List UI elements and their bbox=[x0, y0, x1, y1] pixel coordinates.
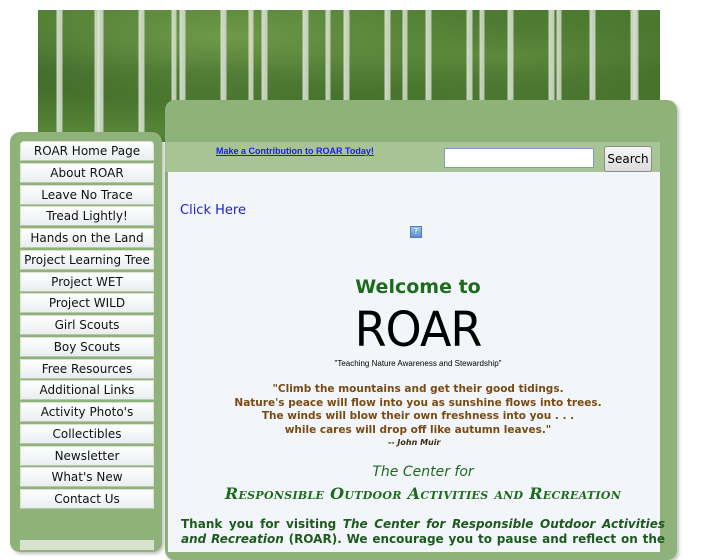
broken-image-icon[interactable]: ? bbox=[410, 226, 422, 238]
tagline: "Teaching Nature Awareness and Stewardsh… bbox=[334, 359, 502, 368]
quote-line: The winds will blow their own freshness … bbox=[261, 410, 575, 422]
roar-logo: ROAR bbox=[354, 300, 483, 358]
nav-contact-us[interactable]: Contact Us bbox=[20, 489, 154, 509]
search-input[interactable] bbox=[444, 148, 594, 168]
nav-activity-photos[interactable]: Activity Photo's bbox=[20, 402, 154, 422]
nav-project-wet[interactable]: Project WET bbox=[20, 271, 154, 292]
intro-start: Thank you for visiting bbox=[181, 517, 343, 531]
nav-girl-scouts[interactable]: Girl Scouts bbox=[20, 315, 154, 335]
center-for-heading: The Center for bbox=[372, 464, 474, 480]
nav-project-learning-tree[interactable]: Project Learning Tree bbox=[20, 249, 154, 270]
quote-line: "Climb the mountains and get their good … bbox=[272, 383, 564, 395]
organization-name: Responsible Outdoor Activities and Recre… bbox=[224, 484, 622, 503]
quote-author: -- John Muir bbox=[388, 438, 441, 447]
nav-boy-scouts[interactable]: Boy Scouts bbox=[20, 336, 154, 357]
quote-line: while cares will drop off like autumn le… bbox=[284, 423, 552, 436]
nav-hands-on-the-land[interactable]: Hands on the Land bbox=[20, 228, 154, 248]
intro-paragraph: Thank you for visiting The Center for Re… bbox=[181, 517, 665, 547]
sidebar-footer-box bbox=[20, 540, 154, 550]
search-button[interactable]: Search bbox=[604, 146, 652, 172]
intro-end: (ROAR). We encourage you to pause and re… bbox=[283, 532, 665, 546]
nav-free-resources[interactable]: Free Resources bbox=[20, 358, 154, 379]
nav-collectibles[interactable]: Collectibles bbox=[20, 423, 154, 444]
nav-tread-lightly[interactable]: Tread Lightly! bbox=[20, 206, 154, 227]
nav-leave-no-trace[interactable]: Leave No Trace bbox=[20, 184, 154, 205]
nav-roar-home-page[interactable]: ROAR Home Page bbox=[20, 141, 154, 161]
sidebar-nav: ROAR Home Page About ROAR Leave No Trace… bbox=[20, 141, 156, 511]
click-here-link[interactable]: Click Here bbox=[180, 203, 246, 218]
quote-line: Nature's peace will flow into you as sun… bbox=[234, 396, 602, 409]
nav-project-wild[interactable]: Project WILD bbox=[20, 293, 154, 314]
contribution-link[interactable]: Make a Contribution to ROAR Today! bbox=[216, 146, 374, 156]
nav-newsletter[interactable]: Newsletter bbox=[20, 445, 154, 466]
welcome-heading: Welcome to bbox=[355, 276, 481, 298]
nav-additional-links[interactable]: Additional Links bbox=[20, 380, 154, 401]
nav-about-roar[interactable]: About ROAR bbox=[20, 162, 154, 183]
nav-whats-new[interactable]: What's New bbox=[20, 467, 154, 488]
john-muir-quote: "Climb the mountains and get their good … bbox=[168, 383, 668, 437]
